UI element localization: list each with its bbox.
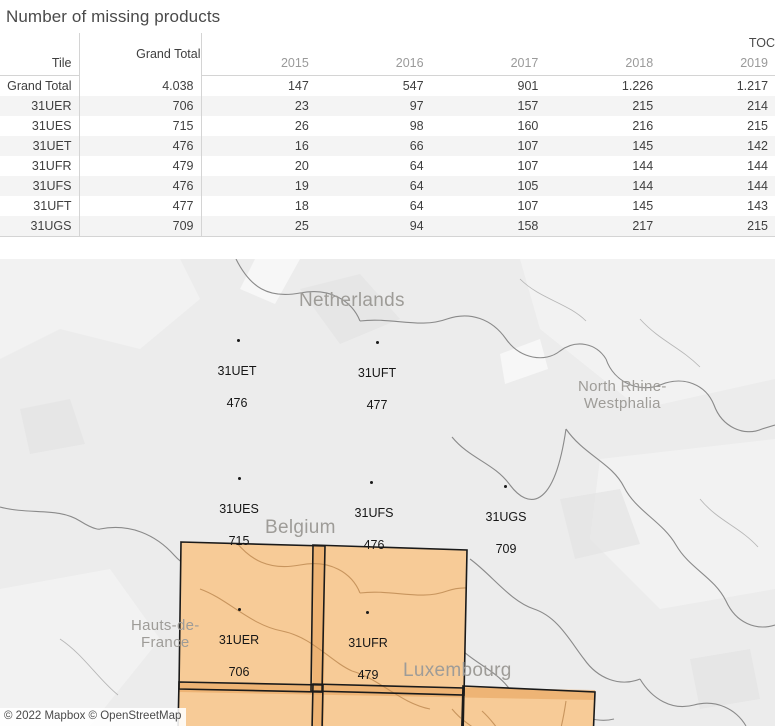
cell-2017: 107 [517, 159, 539, 173]
map-view[interactable]: Netherlands Belgium Luxembourg North Rhi… [0, 259, 775, 726]
cell-tile: 31UES [31, 119, 72, 133]
table-row[interactable]: 31UET 476 16 66 107 145 142 [0, 136, 775, 156]
cell-tile: 31UFS [0, 176, 79, 196]
header-tile[interactable]: Tile [0, 53, 79, 76]
cell-2018: 144 [632, 159, 654, 173]
cell-grand-total: 476 [78, 136, 201, 156]
page-title: Number of missing products [6, 7, 221, 26]
cell-2018: 1.226 [545, 75, 661, 96]
header-year-2016[interactable]: 2016 [315, 53, 431, 76]
cell-2018: 145 [632, 199, 654, 213]
cell-2017: 105 [430, 176, 546, 196]
table-row[interactable]: 31UFT 477 18 64 107 145 143 [0, 196, 775, 216]
cell-2017: 107 [517, 199, 539, 213]
tile-marker-31UER[interactable] [238, 608, 241, 611]
cell-2017: 158 [430, 216, 546, 237]
cell-2019: 143 [747, 199, 769, 213]
cell-2015: 16 [200, 136, 316, 156]
cell-2016: 66 [315, 136, 431, 156]
cell-grand-total: 476 [78, 176, 201, 196]
cell-2017: 107 [430, 136, 546, 156]
cell-grand-total: 479 [78, 156, 201, 176]
cell-tile: 31UFR [31, 159, 72, 173]
tile-marker-31UFT[interactable] [376, 341, 379, 344]
cell-grand-total: 477 [78, 196, 201, 216]
cell-2015: 19 [200, 176, 316, 196]
header-year-2019[interactable]: 2019 [660, 53, 775, 76]
cell-2017: 157 [430, 96, 546, 116]
header-year-2018[interactable]: 2018 [545, 53, 661, 76]
cell-tile: 31UER [0, 96, 79, 116]
cell-tile: 31UET [0, 136, 79, 156]
table-header-measure-row: Grand Total TOC [0, 33, 775, 76]
cell-tile: Grand Total [0, 75, 79, 96]
cell-2019: 1.217 [660, 75, 775, 96]
cell-2016: 64 [315, 176, 431, 196]
cell-2018: 215 [545, 96, 661, 116]
cell-grand-total: 709 [78, 216, 201, 237]
cell-2015: 23 [200, 96, 316, 116]
tile-overlay-layer[interactable] [0, 259, 775, 726]
cell-2015: 26 [200, 116, 316, 136]
cell-2016: 98 [409, 119, 424, 133]
cell-2019: 215 [660, 216, 775, 237]
cell-grand-total: 706 [78, 96, 201, 116]
cell-2019: 214 [660, 96, 775, 116]
cell-2015: 25 [200, 216, 316, 237]
header-toc[interactable]: TOC [200, 33, 775, 53]
table-row[interactable]: 31UGS 709 25 94 158 217 215 [0, 216, 775, 237]
header-spacer [0, 33, 79, 53]
cell-2016: 64 [409, 159, 424, 173]
cell-2016: 94 [315, 216, 431, 237]
missing-products-table[interactable]: Grand Total TOC Tile 2015 2016 2017 2018… [0, 33, 775, 237]
table-row-grand-total[interactable]: Grand Total 4.038 147 547 901 1.226 1.21… [0, 75, 775, 96]
cell-2015: 20 [200, 156, 316, 176]
cell-2019: 142 [660, 136, 775, 156]
table-row[interactable]: 31UFR 479 20 64 107 144 144 [0, 156, 775, 176]
table-row[interactable]: 31UFS 476 19 64 105 144 144 [0, 176, 775, 196]
cell-2017: 160 [517, 119, 539, 133]
tile-marker-31UFS[interactable] [370, 481, 373, 484]
cell-2019: 144 [660, 176, 775, 196]
header-grand-total[interactable]: Grand Total [78, 33, 201, 76]
cell-2018: 145 [545, 136, 661, 156]
map-attribution[interactable]: © 2022 Mapbox © OpenStreetMap [0, 708, 187, 726]
cell-2015: 147 [200, 75, 316, 96]
cell-tile: 31UGS [0, 216, 79, 237]
table-row[interactable]: 31UES 715 26 98 160 216 215 [0, 116, 775, 136]
tile-marker-31UFR[interactable] [366, 611, 369, 614]
header-year-2017[interactable]: 2017 [430, 53, 546, 76]
cell-2018: 144 [545, 176, 661, 196]
cell-2018: 217 [545, 216, 661, 237]
tile-marker-31UGS[interactable] [504, 485, 507, 488]
cell-2015: 18 [200, 196, 316, 216]
cell-2019: 144 [747, 159, 769, 173]
cell-2018: 216 [632, 119, 654, 133]
cell-grand-total: 4.038 [78, 75, 201, 96]
cell-2017: 901 [430, 75, 546, 96]
cell-tile: 31UFT [33, 199, 72, 213]
header-year-2015[interactable]: 2015 [200, 53, 316, 76]
cell-2016: 64 [409, 199, 424, 213]
tile-marker-31UET[interactable] [237, 339, 240, 342]
table-row[interactable]: 31UER 706 23 97 157 215 214 [0, 96, 775, 116]
cell-2016: 97 [315, 96, 431, 116]
cell-2016: 547 [315, 75, 431, 96]
crosstab-table[interactable]: Grand Total TOC Tile 2015 2016 2017 2018… [0, 33, 775, 244]
cell-grand-total: 715 [78, 116, 201, 136]
tile-marker-31UES[interactable] [238, 477, 241, 480]
cell-2019: 215 [747, 119, 769, 133]
